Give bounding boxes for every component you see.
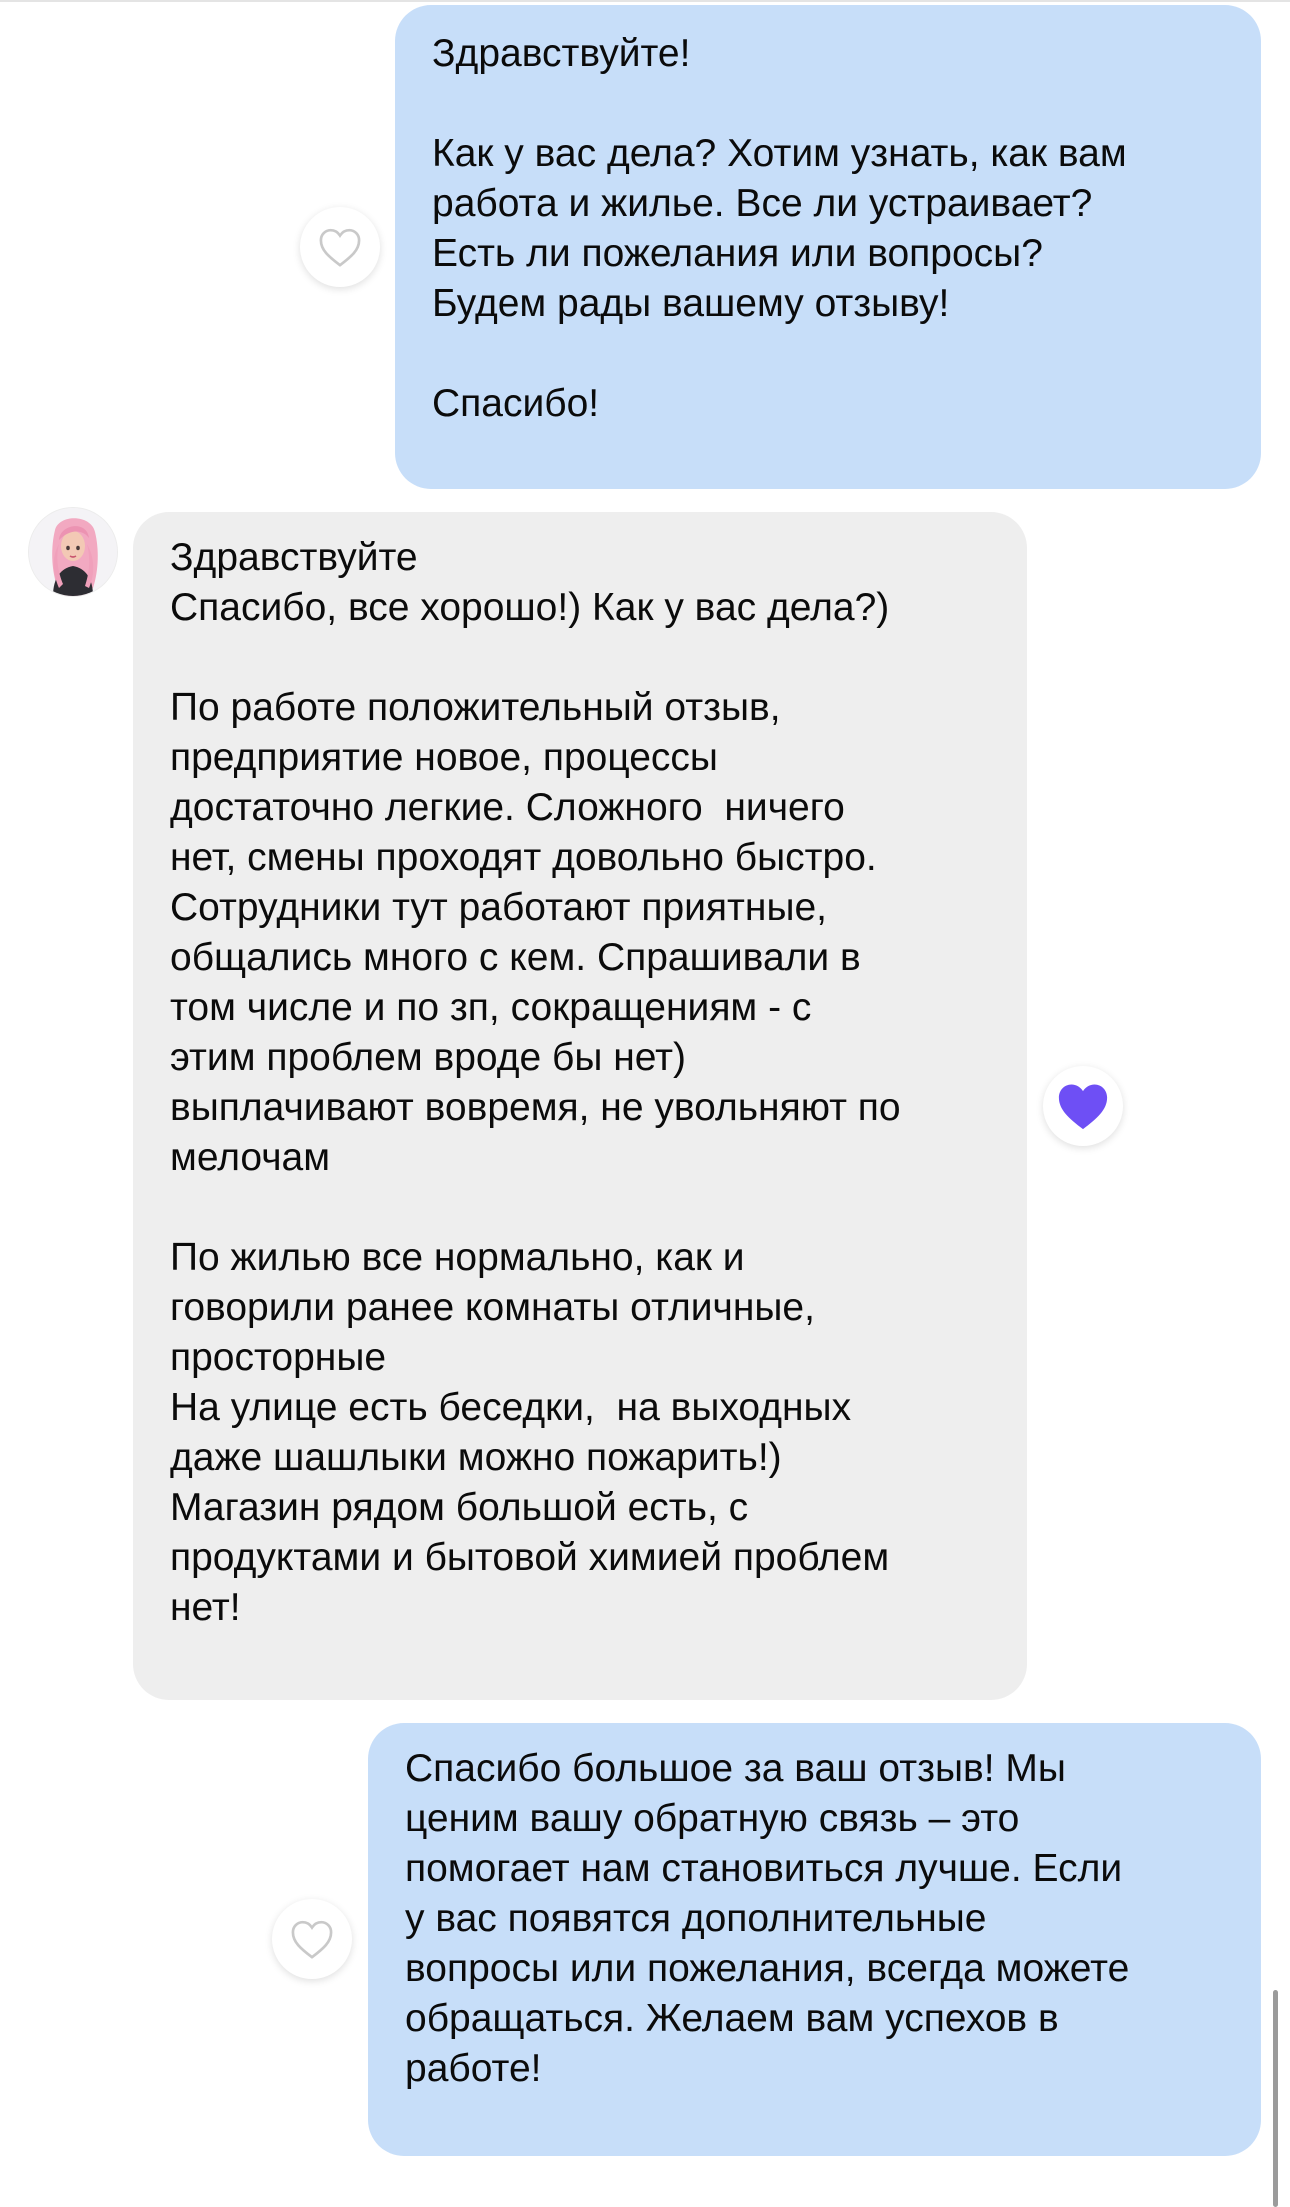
like-button[interactable] [272, 1899, 352, 1979]
outgoing-message-bubble[interactable]: Здравствуйте! Как у вас дела? Хотим узна… [395, 5, 1261, 489]
like-button[interactable] [300, 207, 380, 287]
top-divider [0, 0, 1290, 2]
heart-outline-icon [291, 1920, 333, 1959]
heart-outline-icon [319, 228, 361, 267]
heart-filled-icon [1058, 1084, 1108, 1130]
user-avatar[interactable] [29, 508, 117, 596]
scrollbar[interactable] [1273, 1990, 1278, 2207]
like-button[interactable] [1043, 1066, 1123, 1146]
avatar-illustration [29, 508, 117, 596]
outgoing-message-bubble[interactable]: Спасибо большое за ваш отзыв! Мы ценим в… [368, 1723, 1261, 2156]
incoming-message-bubble[interactable]: Здравствуйте Спасибо, все хорошо!) Как у… [133, 512, 1027, 1700]
